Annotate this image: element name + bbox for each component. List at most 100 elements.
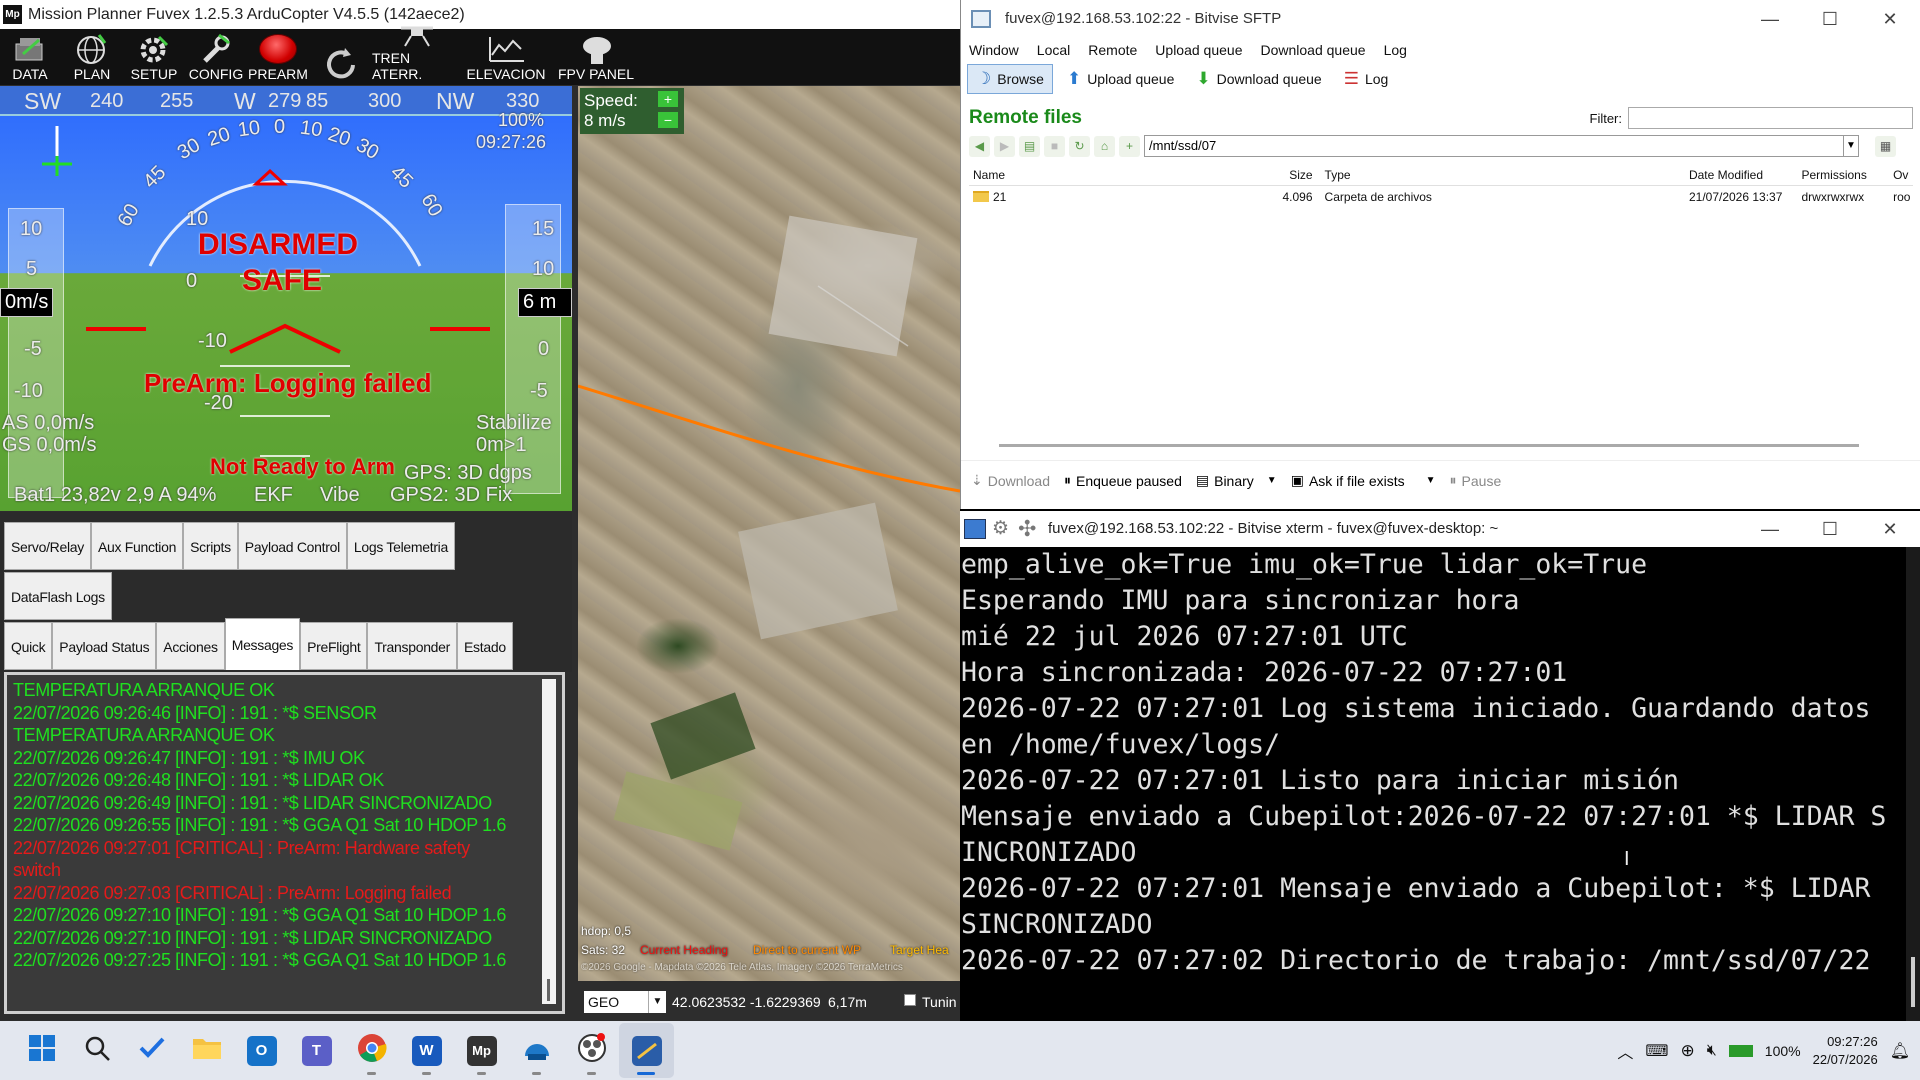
tab-quick[interactable]: Quick — [4, 622, 53, 670]
upload-queue-button[interactable]: ⬆ Upload queue — [1059, 64, 1182, 94]
tab-logs-telemetria[interactable]: Logs Telemetria — [346, 522, 455, 570]
file-row[interactable]: 21 4.096 Carpeta de archivos 21/07/2026 … — [969, 186, 1913, 208]
new-folder-icon[interactable]: + — [1119, 135, 1140, 157]
tab-payload-control[interactable]: Payload Control — [237, 522, 347, 570]
maximize-icon[interactable]: ☐ — [1800, 511, 1860, 547]
taskbar-terminal[interactable] — [619, 1023, 674, 1078]
menu-download-queue[interactable]: Download queue — [1260, 38, 1365, 62]
home-icon[interactable]: ⌂ — [1094, 135, 1115, 157]
fpv-panel-button[interactable]: FPV PANEL — [552, 29, 640, 85]
messages-log[interactable]: TEMPERATURA ARRANQUE OK 22/07/2026 09:26:… — [4, 672, 565, 1014]
config-button[interactable]: CONFIG — [186, 29, 246, 85]
flight-map[interactable]: Speed: 8 m/s + − hdop: 0,5 Sats: 32 Curr… — [578, 86, 960, 981]
tab-payload-status[interactable]: Payload Status — [52, 622, 157, 670]
taskbar-bitvise[interactable] — [509, 1023, 564, 1078]
remote-files-title: Remote files — [969, 107, 1082, 128]
menu-remote[interactable]: Remote — [1088, 38, 1137, 62]
refresh-icon[interactable]: ↻ — [1069, 135, 1090, 157]
tab-servo-relay[interactable]: Servo/Relay — [4, 522, 91, 570]
column-date-modified[interactable]: Date Modified — [1685, 164, 1802, 185]
minimize-icon[interactable]: — — [1740, 0, 1800, 38]
binary-select[interactable]: ▤ Binary ▼ — [1196, 472, 1277, 489]
tab-acciones[interactable]: Acciones — [156, 622, 225, 670]
download-button[interactable]: ⇣ Download — [971, 472, 1050, 489]
chevron-up-icon[interactable]: ︿ — [1617, 1039, 1633, 1063]
refresh-button[interactable] — [310, 29, 370, 85]
coord-mode-select[interactable]: GEO ▼ — [584, 991, 666, 1013]
tuning-checkbox[interactable] — [904, 994, 916, 1006]
forward-icon[interactable]: ▶ — [994, 135, 1015, 157]
speed-plus-button[interactable]: + — [658, 91, 678, 107]
download-queue-button[interactable]: ⬇ Download queue — [1188, 64, 1329, 94]
column-permissions[interactable]: Permissions — [1801, 164, 1893, 185]
taskbar-explorer[interactable] — [179, 1023, 234, 1078]
volume-muted-icon[interactable]: 🔇︎ — [1707, 1042, 1717, 1060]
enqueue-paused-toggle[interactable]: ⏸ Enqueue paused — [1064, 472, 1182, 489]
network-icon[interactable]: ⊕ — [1680, 1041, 1694, 1061]
ekf-indicator[interactable]: EKF — [254, 484, 293, 507]
tab-aux-function[interactable]: Aux Function — [90, 522, 184, 570]
terminal-scrollbar[interactable] — [1906, 547, 1920, 1021]
chevron-down-icon[interactable]: ▼ — [1843, 135, 1859, 157]
back-icon[interactable]: ◀ — [969, 135, 990, 157]
tab-messages[interactable]: Messages — [224, 618, 301, 670]
view-mode-icon[interactable]: ▦ — [1875, 135, 1896, 157]
remote-path-input[interactable]: /mnt/ssd/07 — [1144, 135, 1844, 157]
tren-aterr-button[interactable]: TREN ATERR. — [372, 26, 460, 85]
taskbar-todo[interactable] — [124, 1023, 179, 1078]
pause-button[interactable]: ⏸ Pause — [1450, 472, 1502, 489]
keyboard-icon[interactable]: ⌨ — [1645, 1041, 1668, 1061]
data-button[interactable]: DATA — [0, 29, 60, 85]
file-list-scrollbar[interactable] — [999, 444, 1859, 447]
taskbar-obs[interactable] — [564, 1023, 619, 1078]
tab-transponder[interactable]: Transponder — [367, 622, 458, 670]
taskbar-chrome[interactable] — [344, 1023, 399, 1078]
ask-if-exists-select[interactable]: ▣ Ask if file exists ▼ — [1291, 472, 1436, 489]
move-icon[interactable]: ✣ — [1018, 517, 1036, 541]
log-button[interactable]: ☰ Log — [1336, 64, 1397, 94]
xterm-titlebar[interactable]: ⚙ ✣ fuvex@192.168.53.102:22 - Bitvise xt… — [960, 511, 1920, 547]
gear-icon[interactable]: ⚙ — [992, 519, 1009, 539]
plan-button[interactable]: PLAN — [62, 29, 122, 85]
tab-estado[interactable]: Estado — [457, 622, 513, 670]
taskbar-word[interactable]: W — [399, 1023, 454, 1078]
tab-scripts[interactable]: Scripts — [183, 522, 238, 570]
browse-button[interactable]: ☽ Browse — [967, 64, 1053, 94]
stop-icon[interactable]: ■ — [1044, 135, 1065, 157]
taskbar-outlook[interactable]: O — [234, 1023, 289, 1078]
mp-titlebar[interactable]: Mp Mission Planner Fuvex 1.2.5.3 ArduCop… — [0, 0, 960, 29]
taskbar-search[interactable] — [69, 1023, 124, 1078]
filter-input[interactable] — [1628, 107, 1913, 129]
minimize-icon[interactable]: — — [1740, 511, 1800, 547]
terminal-output[interactable]: emp_alive_ok=True imu_ok=True lidar_ok=T… — [960, 547, 1906, 1021]
sftp-titlebar[interactable]: fuvex@192.168.53.102:22 - Bitvise SFTP —… — [961, 0, 1920, 38]
vibe-indicator[interactable]: Vibe — [320, 484, 360, 507]
taskbar-teams[interactable]: T — [289, 1023, 344, 1078]
tab-dataflash-logs[interactable]: DataFlash Logs — [4, 572, 112, 620]
notification-icon[interactable]: 🔔︎ — [1890, 1041, 1910, 1061]
messages-scrollbar[interactable] — [542, 679, 556, 1004]
prearm-button[interactable]: PREARM — [248, 29, 308, 85]
close-icon[interactable]: ✕ — [1860, 0, 1920, 38]
hud[interactable]: SW 240 255 W 279 85 300 NW 330 10 5 -5 -… — [0, 86, 572, 511]
column-size[interactable]: Size — [1218, 164, 1312, 185]
menu-window[interactable]: Window — [969, 38, 1019, 62]
menu-upload-queue[interactable]: Upload queue — [1155, 38, 1242, 62]
menu-log[interactable]: Log — [1384, 38, 1407, 62]
taskbar-missionplanner[interactable]: Mp — [454, 1023, 509, 1078]
tab-preflight[interactable]: PreFlight — [300, 622, 368, 670]
xterm-window-title: fuvex@192.168.53.102:22 - Bitvise xterm … — [1048, 520, 1499, 537]
open-folder-icon[interactable]: ▤ — [1019, 135, 1040, 157]
close-icon[interactable]: ✕ — [1860, 511, 1920, 547]
battery-icon[interactable] — [1728, 1044, 1753, 1057]
speed-minus-button[interactable]: − — [658, 112, 678, 128]
column-name[interactable]: Name — [969, 164, 1218, 185]
clock[interactable]: 09:27:26 22/07/2026 — [1813, 1033, 1878, 1069]
taskbar-start[interactable] — [14, 1023, 69, 1078]
setup-button[interactable]: SETUP — [124, 29, 184, 85]
elevacion-button[interactable]: ELEVACION — [462, 29, 550, 85]
column-type[interactable]: Type — [1313, 164, 1685, 185]
menu-local[interactable]: Local — [1037, 38, 1070, 62]
maximize-icon[interactable]: ☐ — [1800, 0, 1860, 38]
column-owner[interactable]: Ov — [1893, 164, 1913, 185]
